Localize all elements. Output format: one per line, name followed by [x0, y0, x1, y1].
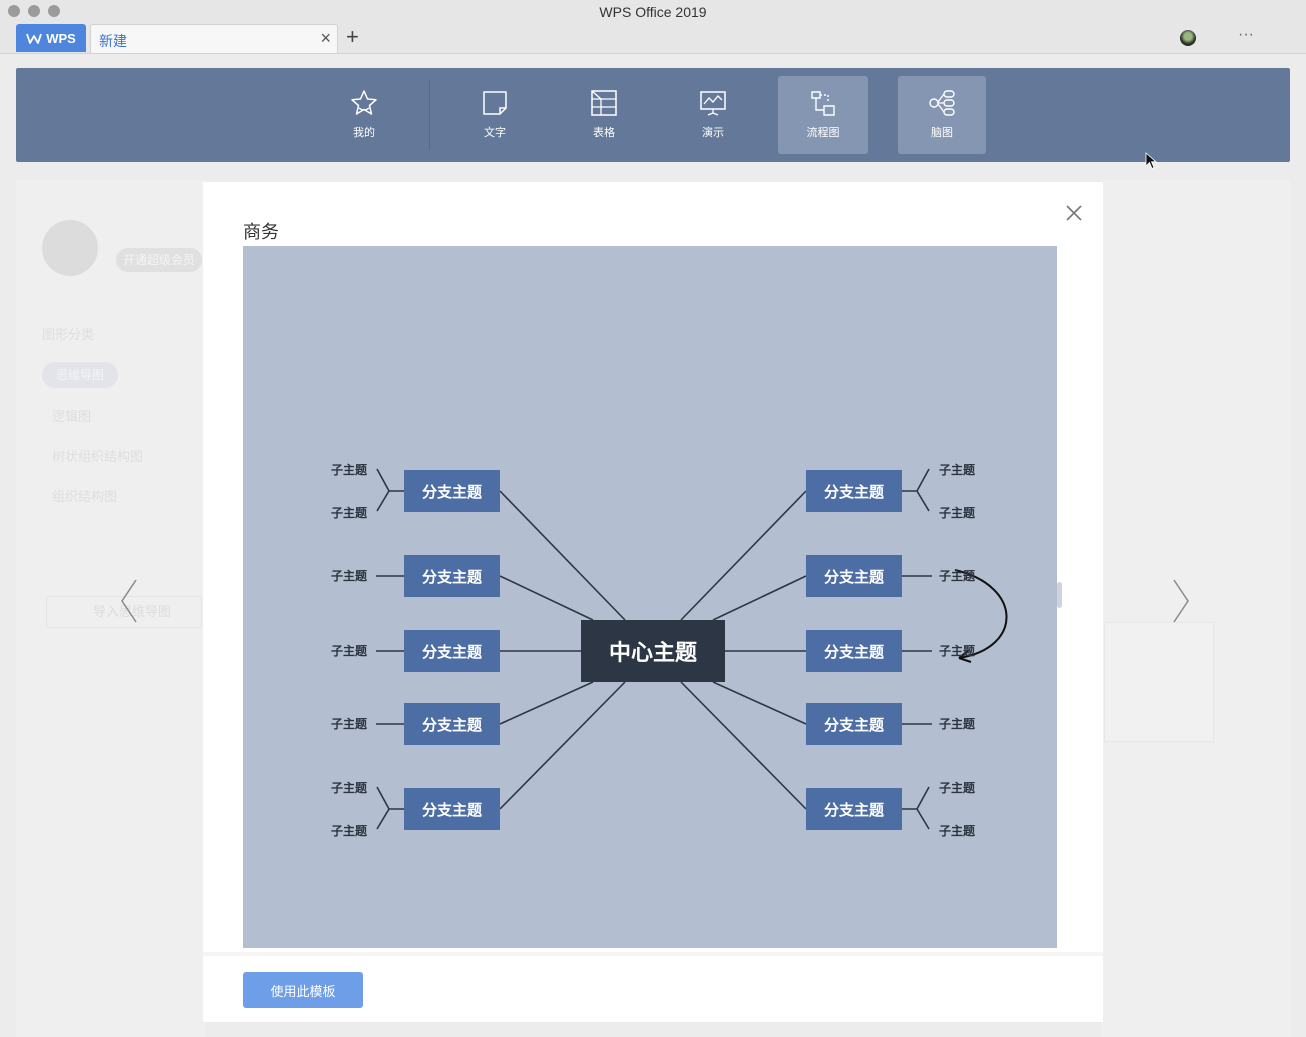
subtopic[interactable]: 子主题 — [329, 779, 369, 796]
background-category-heading: 图形分类 — [42, 327, 95, 342]
wps-logo-icon — [26, 33, 43, 44]
background-member-badge: 开通超级会员 — [116, 248, 202, 272]
subtopic[interactable]: 子主题 — [937, 504, 977, 521]
background-template-card — [1104, 622, 1214, 742]
subtopic[interactable]: 子主题 — [937, 461, 977, 478]
modal-footer: 使用此模板 — [203, 952, 1103, 1022]
template-preview-modal: 商务 中心主题 分支主题 分支主题 分支主题 分支主题 分支主题 分支主题 分支… — [203, 182, 1103, 1022]
doc-tab-label: 新建 — [99, 33, 127, 49]
new-tab-button[interactable]: + — [346, 24, 359, 50]
branch-topic[interactable]: 分支主题 — [404, 788, 500, 830]
main-toolbar: 我的 文字 表格 演示 流程图 脑图 — [16, 68, 1290, 162]
tab-spreadsheet[interactable]: 表格 — [559, 76, 649, 154]
subtopic[interactable]: 子主题 — [937, 642, 977, 659]
background-category-item: 逻辑图 — [52, 409, 92, 424]
tool-label: 表格 — [593, 127, 615, 139]
subtopic[interactable]: 子主题 — [329, 504, 369, 521]
flowchart-icon — [811, 91, 835, 116]
wps-home-tab[interactable]: WPS — [16, 24, 86, 52]
background-content — [1102, 180, 1290, 1037]
subtopic[interactable]: 子主题 — [329, 567, 369, 584]
mouse-cursor-icon — [1145, 152, 1157, 170]
subtopic[interactable]: 子主题 — [937, 779, 977, 796]
branch-topic[interactable]: 分支主题 — [806, 470, 902, 512]
star-icon — [351, 90, 377, 115]
mindmap-connectors — [376, 468, 1008, 830]
subtopic[interactable]: 子主题 — [329, 642, 369, 659]
background-category-item: 组织结构图 — [52, 489, 118, 504]
branch-topic[interactable]: 分支主题 — [806, 555, 902, 597]
presentation-icon — [700, 91, 726, 116]
branch-topic[interactable]: 分支主题 — [806, 630, 902, 672]
table-icon — [591, 90, 617, 116]
mindmap-icon — [929, 90, 955, 116]
modal-title: 商务 — [243, 222, 279, 242]
background-avatar — [42, 220, 98, 276]
tool-label: 脑图 — [931, 127, 953, 139]
background-category-pill: 思维导图 — [42, 362, 118, 388]
more-button[interactable]: ··· — [1238, 26, 1254, 44]
wps-tab-label: WPS — [46, 30, 76, 46]
branch-topic[interactable]: 分支主题 — [404, 470, 500, 512]
tool-label: 流程图 — [806, 127, 840, 139]
title-bar: WPS Office 2019 — [0, 0, 1306, 24]
branch-topic[interactable]: 分支主题 — [404, 703, 500, 745]
tool-label: 演示 — [702, 127, 724, 139]
document-icon — [483, 91, 507, 115]
tab-mindmap[interactable]: 脑图 — [898, 76, 986, 154]
mindmap-preview: 中心主题 分支主题 分支主题 分支主题 分支主题 分支主题 分支主题 分支主题 … — [243, 246, 1057, 948]
tab-presentation[interactable]: 演示 — [668, 76, 758, 154]
tab-writer[interactable]: 文字 — [450, 76, 540, 154]
preview-scrollbar[interactable] — [1057, 582, 1062, 608]
branch-topic[interactable]: 分支主题 — [404, 630, 500, 672]
chevron-right-icon[interactable] — [1166, 576, 1196, 626]
subtopic[interactable]: 子主题 — [329, 715, 369, 732]
subtopic[interactable]: 子主题 — [937, 822, 977, 839]
tool-label: 文字 — [484, 127, 506, 139]
branch-topic[interactable]: 分支主题 — [806, 788, 902, 830]
tab-flowchart[interactable]: 流程图 — [778, 76, 868, 154]
avatar[interactable] — [1180, 30, 1196, 46]
app-title: WPS Office 2019 — [599, 4, 707, 20]
background-category-item: 树状组织结构图 — [52, 449, 144, 464]
branch-topic[interactable]: 分支主题 — [404, 555, 500, 597]
toolbar-divider — [429, 80, 430, 150]
chevron-left-icon[interactable] — [114, 576, 144, 626]
tab-mine[interactable]: 我的 — [319, 76, 409, 154]
use-template-button[interactable]: 使用此模板 — [243, 972, 363, 1008]
close-icon[interactable]: × — [320, 28, 331, 49]
subtopic[interactable]: 子主题 — [937, 567, 977, 584]
subtopic[interactable]: 子主题 — [329, 822, 369, 839]
tab-bar: WPS 新建 × + ··· — [0, 24, 1306, 54]
subtopic[interactable]: 子主题 — [329, 461, 369, 478]
subtopic[interactable]: 子主题 — [937, 715, 977, 732]
branch-topic[interactable]: 分支主题 — [806, 703, 902, 745]
tool-label: 我的 — [353, 127, 375, 139]
central-topic[interactable]: 中心主题 — [581, 620, 725, 682]
tab-new-document[interactable]: 新建 × — [90, 24, 338, 53]
close-icon[interactable] — [1063, 202, 1085, 224]
